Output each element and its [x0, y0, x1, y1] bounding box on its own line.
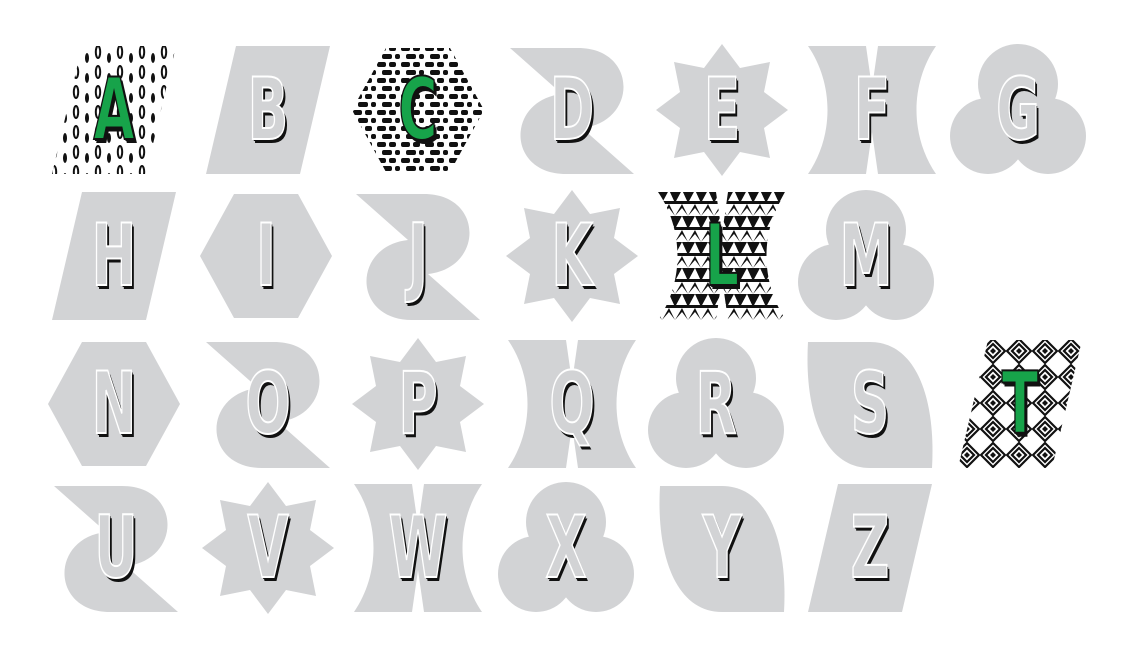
tile-shape-bowtie [508, 340, 636, 468]
tile-v[interactable]: V [202, 482, 334, 614]
tile-c[interactable]: C [352, 44, 484, 176]
tile-shape-trefoil [498, 482, 634, 612]
tile-shape-ribbon [54, 486, 178, 612]
tile-shape-hexagon [200, 194, 332, 318]
tile-shape-hexagon [48, 342, 180, 466]
tile-shape-trefoil [648, 338, 784, 468]
tile-shape-parallelogram [958, 340, 1082, 468]
tile-n[interactable]: N [48, 338, 180, 470]
tile-y[interactable]: Y [656, 482, 788, 614]
tile-shape-star [352, 338, 484, 470]
tile-shape-trefoil [950, 44, 1086, 174]
tile-m[interactable]: M [798, 190, 934, 322]
tile-shape-ribbon [356, 194, 480, 320]
tile-h[interactable]: H [48, 190, 180, 322]
tile-s[interactable]: S [804, 338, 936, 470]
tile-shape-parallelogram [206, 46, 330, 174]
tile-o[interactable]: O [202, 338, 334, 470]
tile-shape-star [506, 190, 638, 322]
tile-p[interactable]: P [352, 338, 484, 470]
tile-z[interactable]: Z [804, 482, 936, 614]
tile-shape-leaf [659, 486, 785, 612]
tile-t[interactable]: T [954, 338, 1086, 470]
tile-shape-bowtie [808, 46, 936, 174]
tile-shape-ribbon [510, 48, 634, 174]
tile-q[interactable]: Q [506, 338, 638, 470]
tile-g[interactable]: G [950, 44, 1086, 176]
tile-shape-hexagon [352, 48, 484, 172]
tile-shape-star [202, 482, 334, 614]
tile-shape-parallelogram [52, 46, 176, 174]
tile-i[interactable]: I [200, 190, 332, 322]
tile-w[interactable]: W [352, 482, 484, 614]
tile-x[interactable]: X [498, 482, 634, 614]
tile-e[interactable]: E [656, 44, 788, 176]
alphabet-board: A B C D E F G H I J K L M N O P Q R S T … [0, 0, 1132, 656]
tile-shape-trefoil [798, 190, 934, 320]
tile-l[interactable]: L [656, 190, 788, 322]
tile-a[interactable]: A [48, 44, 180, 176]
tile-u[interactable]: U [50, 482, 182, 614]
tile-shape-leaf [807, 342, 933, 468]
tile-k[interactable]: K [506, 190, 638, 322]
tile-r[interactable]: R [648, 338, 784, 470]
tile-d[interactable]: D [506, 44, 638, 176]
tile-shape-parallelogram [808, 484, 932, 612]
tile-j[interactable]: J [352, 190, 484, 322]
tile-shape-bowtie [658, 192, 786, 320]
tile-shape-bowtie [354, 484, 482, 612]
tile-f[interactable]: F [806, 44, 938, 176]
tile-shape-parallelogram [52, 192, 176, 320]
tile-shape-star [656, 44, 788, 176]
tile-b[interactable]: B [202, 44, 334, 176]
tile-shape-ribbon [206, 342, 330, 468]
